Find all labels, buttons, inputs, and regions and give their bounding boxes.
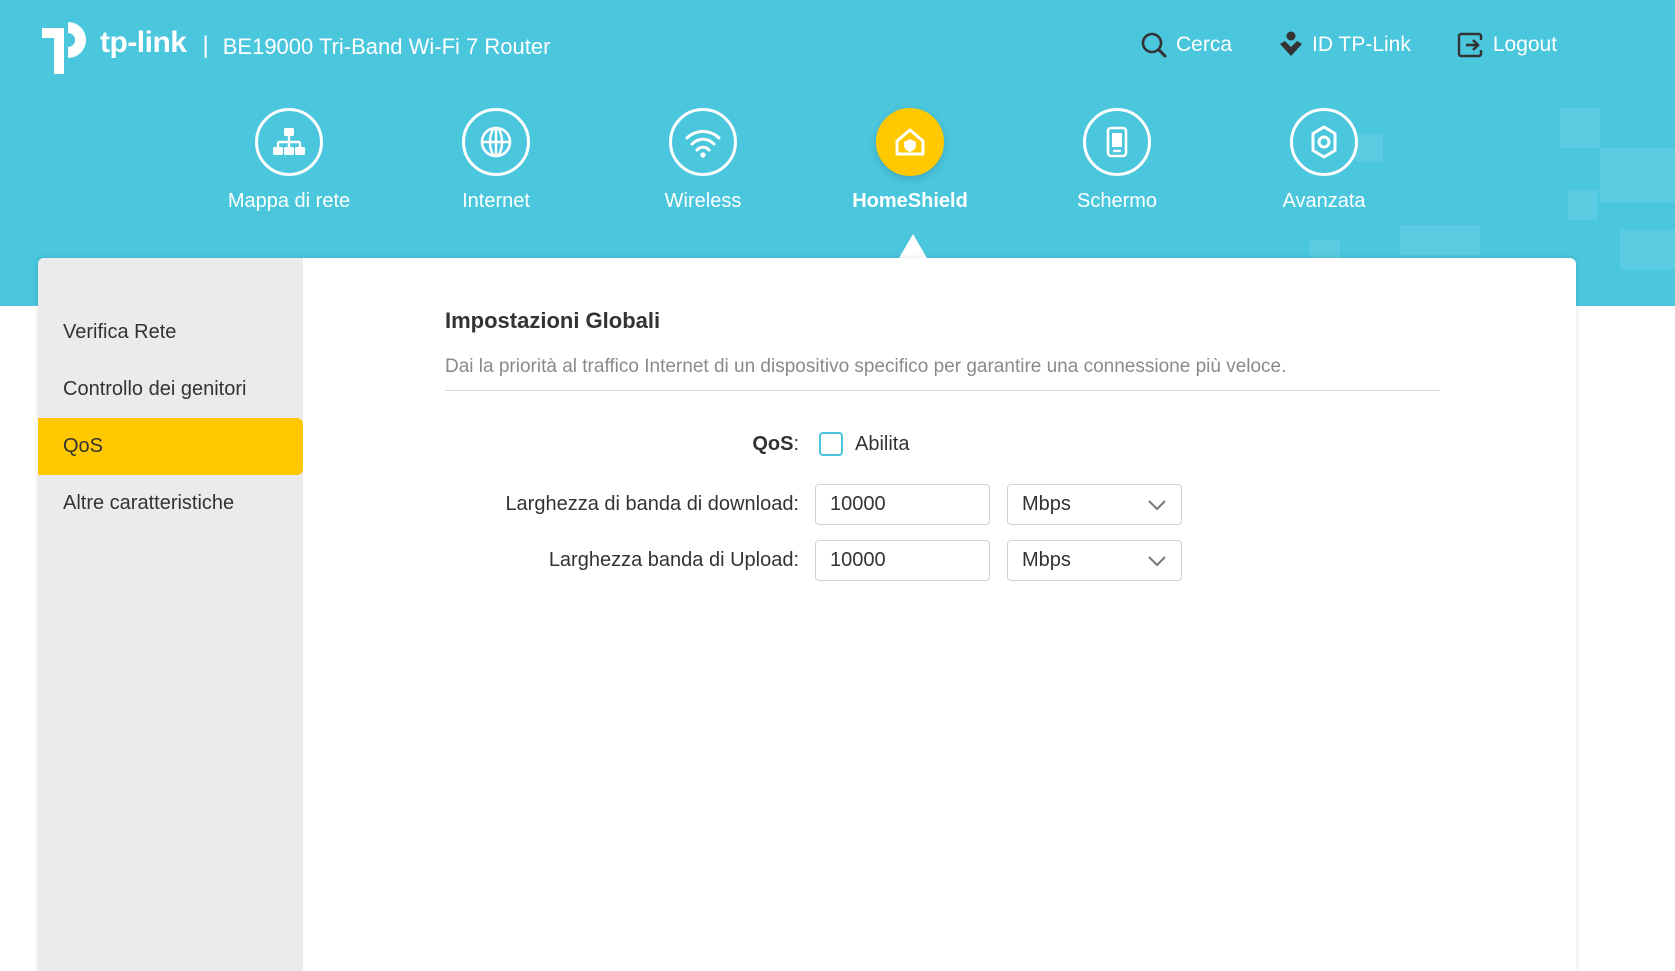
logout-label: Logout <box>1492 33 1558 56</box>
download-row: Larghezza di banda di download: Mbps <box>445 484 1182 525</box>
download-unit-select[interactable]: Mbps <box>1007 484 1182 525</box>
brand-separator: | <box>202 32 209 59</box>
decor-square <box>1400 225 1480 255</box>
section-description: Dai la priorità al traffico Internet di … <box>445 356 1440 391</box>
chevron-down-icon <box>1148 555 1166 566</box>
nav-item-homeshield[interactable]: HomeShield <box>835 108 985 213</box>
nav-item-wireless[interactable]: Wireless <box>628 108 778 213</box>
upload-unit-select[interactable]: Mbps <box>1007 540 1182 581</box>
sidebar-item-verifica-rete[interactable]: Verifica Rete <box>38 304 303 361</box>
nav-label: Avanzata <box>1282 190 1366 212</box>
top-actions: Cerca ID TP-Link Logout <box>1140 30 1603 60</box>
logout-button[interactable]: Logout <box>1457 30 1557 60</box>
tp-link-id-icon <box>1280 31 1303 56</box>
nav-label: HomeShield <box>852 190 968 212</box>
download-unit-value: Mbps <box>1022 493 1071 515</box>
upload-row: Larghezza banda di Upload: Mbps <box>445 540 1182 581</box>
qos-enable-label[interactable]: Abilita <box>855 433 909 456</box>
search-button[interactable]: Cerca <box>1140 30 1232 60</box>
nav-label: Internet <box>462 190 530 212</box>
search-label: Cerca <box>1176 33 1233 56</box>
chevron-down-icon <box>1148 499 1166 510</box>
section-title: Impostazioni Globali <box>445 308 661 333</box>
sidebar-item-qos[interactable]: QoS <box>38 418 303 475</box>
screen-icon <box>1106 126 1128 158</box>
brand: tp-link | BE19000 Tri-Band Wi-Fi 7 Route… <box>38 16 550 76</box>
content-area: Impostazioni Globali Dai la priorità al … <box>445 258 1440 581</box>
nav-item-mappa-di-rete[interactable]: Mappa di rete <box>214 108 364 213</box>
network-map-icon <box>273 128 305 155</box>
logout-icon <box>1457 32 1483 58</box>
upload-label: Larghezza banda di Upload: <box>548 549 799 571</box>
sidebar-item-controllo-dei-genitori[interactable]: Controllo dei genitori <box>38 361 303 418</box>
nav-label: Schermo <box>1076 190 1158 212</box>
nav-item-avanzata[interactable]: Avanzata <box>1249 108 1399 213</box>
main-panel: Verifica Rete Controllo dei genitori QoS… <box>38 258 1576 971</box>
upload-bandwidth-input[interactable] <box>815 540 990 581</box>
active-nav-pointer <box>899 234 927 258</box>
qos-enable-checkbox[interactable] <box>819 432 843 456</box>
wifi-icon <box>685 130 721 158</box>
nav-item-schermo[interactable]: Schermo <box>1042 108 1192 213</box>
sidebar: Verifica Rete Controllo dei genitori QoS… <box>38 258 303 971</box>
main-nav: Mappa di rete Internet Wireless HomeShie… <box>0 108 1675 228</box>
tp-link-id-button[interactable]: ID TP-Link <box>1278 30 1411 60</box>
qos-row: QoS: Abilita <box>445 432 909 456</box>
tp-link-logo-icon <box>42 22 87 74</box>
decor-square <box>1620 230 1675 270</box>
nav-label: Wireless <box>664 190 742 212</box>
nav-label: Mappa di rete <box>227 190 351 212</box>
search-icon <box>1141 32 1167 58</box>
download-label: Larghezza di banda di download: <box>505 493 799 515</box>
sidebar-item-altre-caratteristiche[interactable]: Altre caratteristiche <box>38 475 303 532</box>
nav-item-internet[interactable]: Internet <box>421 108 571 213</box>
homeshield-icon <box>895 128 925 156</box>
upload-unit-value: Mbps <box>1022 549 1071 571</box>
brand-name: tp-link <box>100 26 187 59</box>
router-model: BE19000 Tri-Band Wi-Fi 7 Router <box>222 34 551 59</box>
gear-icon <box>1311 125 1337 159</box>
download-bandwidth-input[interactable] <box>815 484 990 525</box>
decor-square <box>1310 240 1340 260</box>
globe-icon <box>480 126 512 158</box>
tp-link-id-label: ID TP-Link <box>1312 33 1411 56</box>
qos-label: QoS: <box>752 432 799 455</box>
